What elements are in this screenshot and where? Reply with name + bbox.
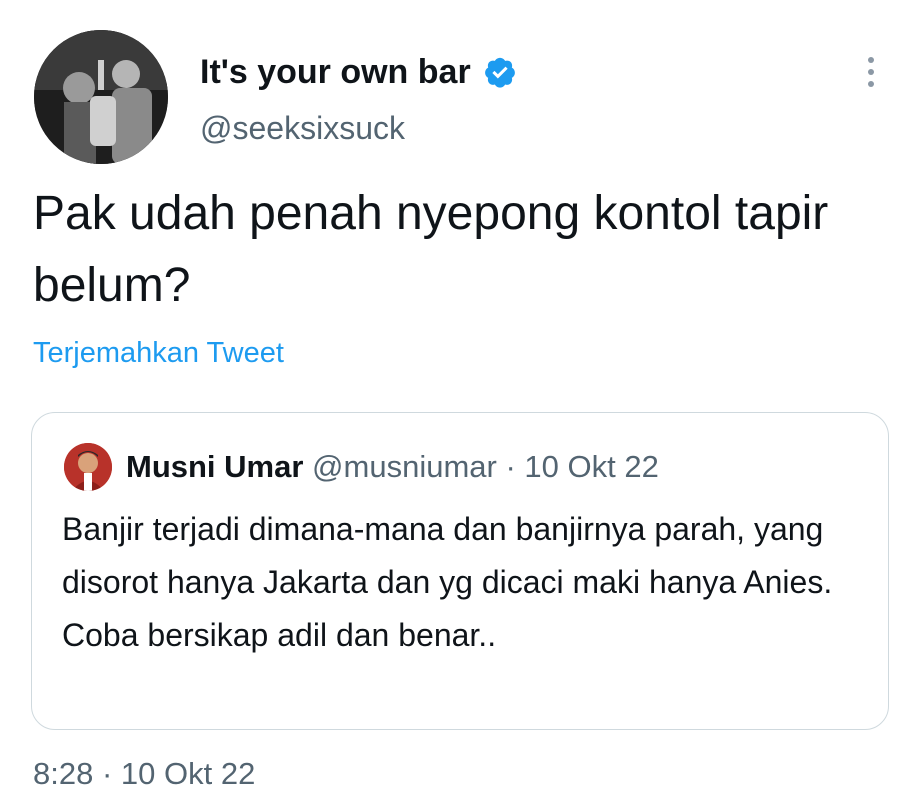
tweet-time: 8:28 xyxy=(33,756,94,791)
author-handle[interactable]: @seeksixsuck xyxy=(200,108,405,148)
quoted-profile-photo-icon xyxy=(64,443,112,491)
timestamp-separator: · xyxy=(101,756,113,791)
quoted-separator: · xyxy=(505,449,516,484)
quoted-avatar[interactable] xyxy=(64,443,112,491)
translate-tweet-link[interactable]: Terjemahkan Tweet xyxy=(33,333,284,373)
quoted-tweet[interactable]: Musni Umar @musniumar · 10 Okt 22 Banjir… xyxy=(31,412,889,730)
quoted-header: Musni Umar @musniumar · 10 Okt 22 xyxy=(126,445,659,489)
tweet-text: Pak udah penah nyepong kontol tapir belu… xyxy=(33,187,829,312)
quoted-text: Banjir terjadi dimana-mana dan banjirnya… xyxy=(62,511,833,653)
quoted-date[interactable]: 10 Okt 22 xyxy=(524,449,658,484)
tweet-timestamp[interactable]: 8:28 · 10 Okt 22 xyxy=(33,754,255,794)
quoted-display-name[interactable]: Musni Umar xyxy=(126,449,303,484)
profile-photo-icon xyxy=(34,30,168,164)
avatar[interactable] xyxy=(34,30,168,164)
quoted-handle[interactable]: @musniumar xyxy=(312,449,497,484)
more-options-icon[interactable] xyxy=(858,52,884,92)
verified-badge-icon xyxy=(483,55,517,89)
tweet-date: 10 Okt 22 xyxy=(120,756,256,791)
author-display-name[interactable]: It's your own bar xyxy=(200,52,471,92)
author-header: It's your own bar xyxy=(200,52,517,92)
